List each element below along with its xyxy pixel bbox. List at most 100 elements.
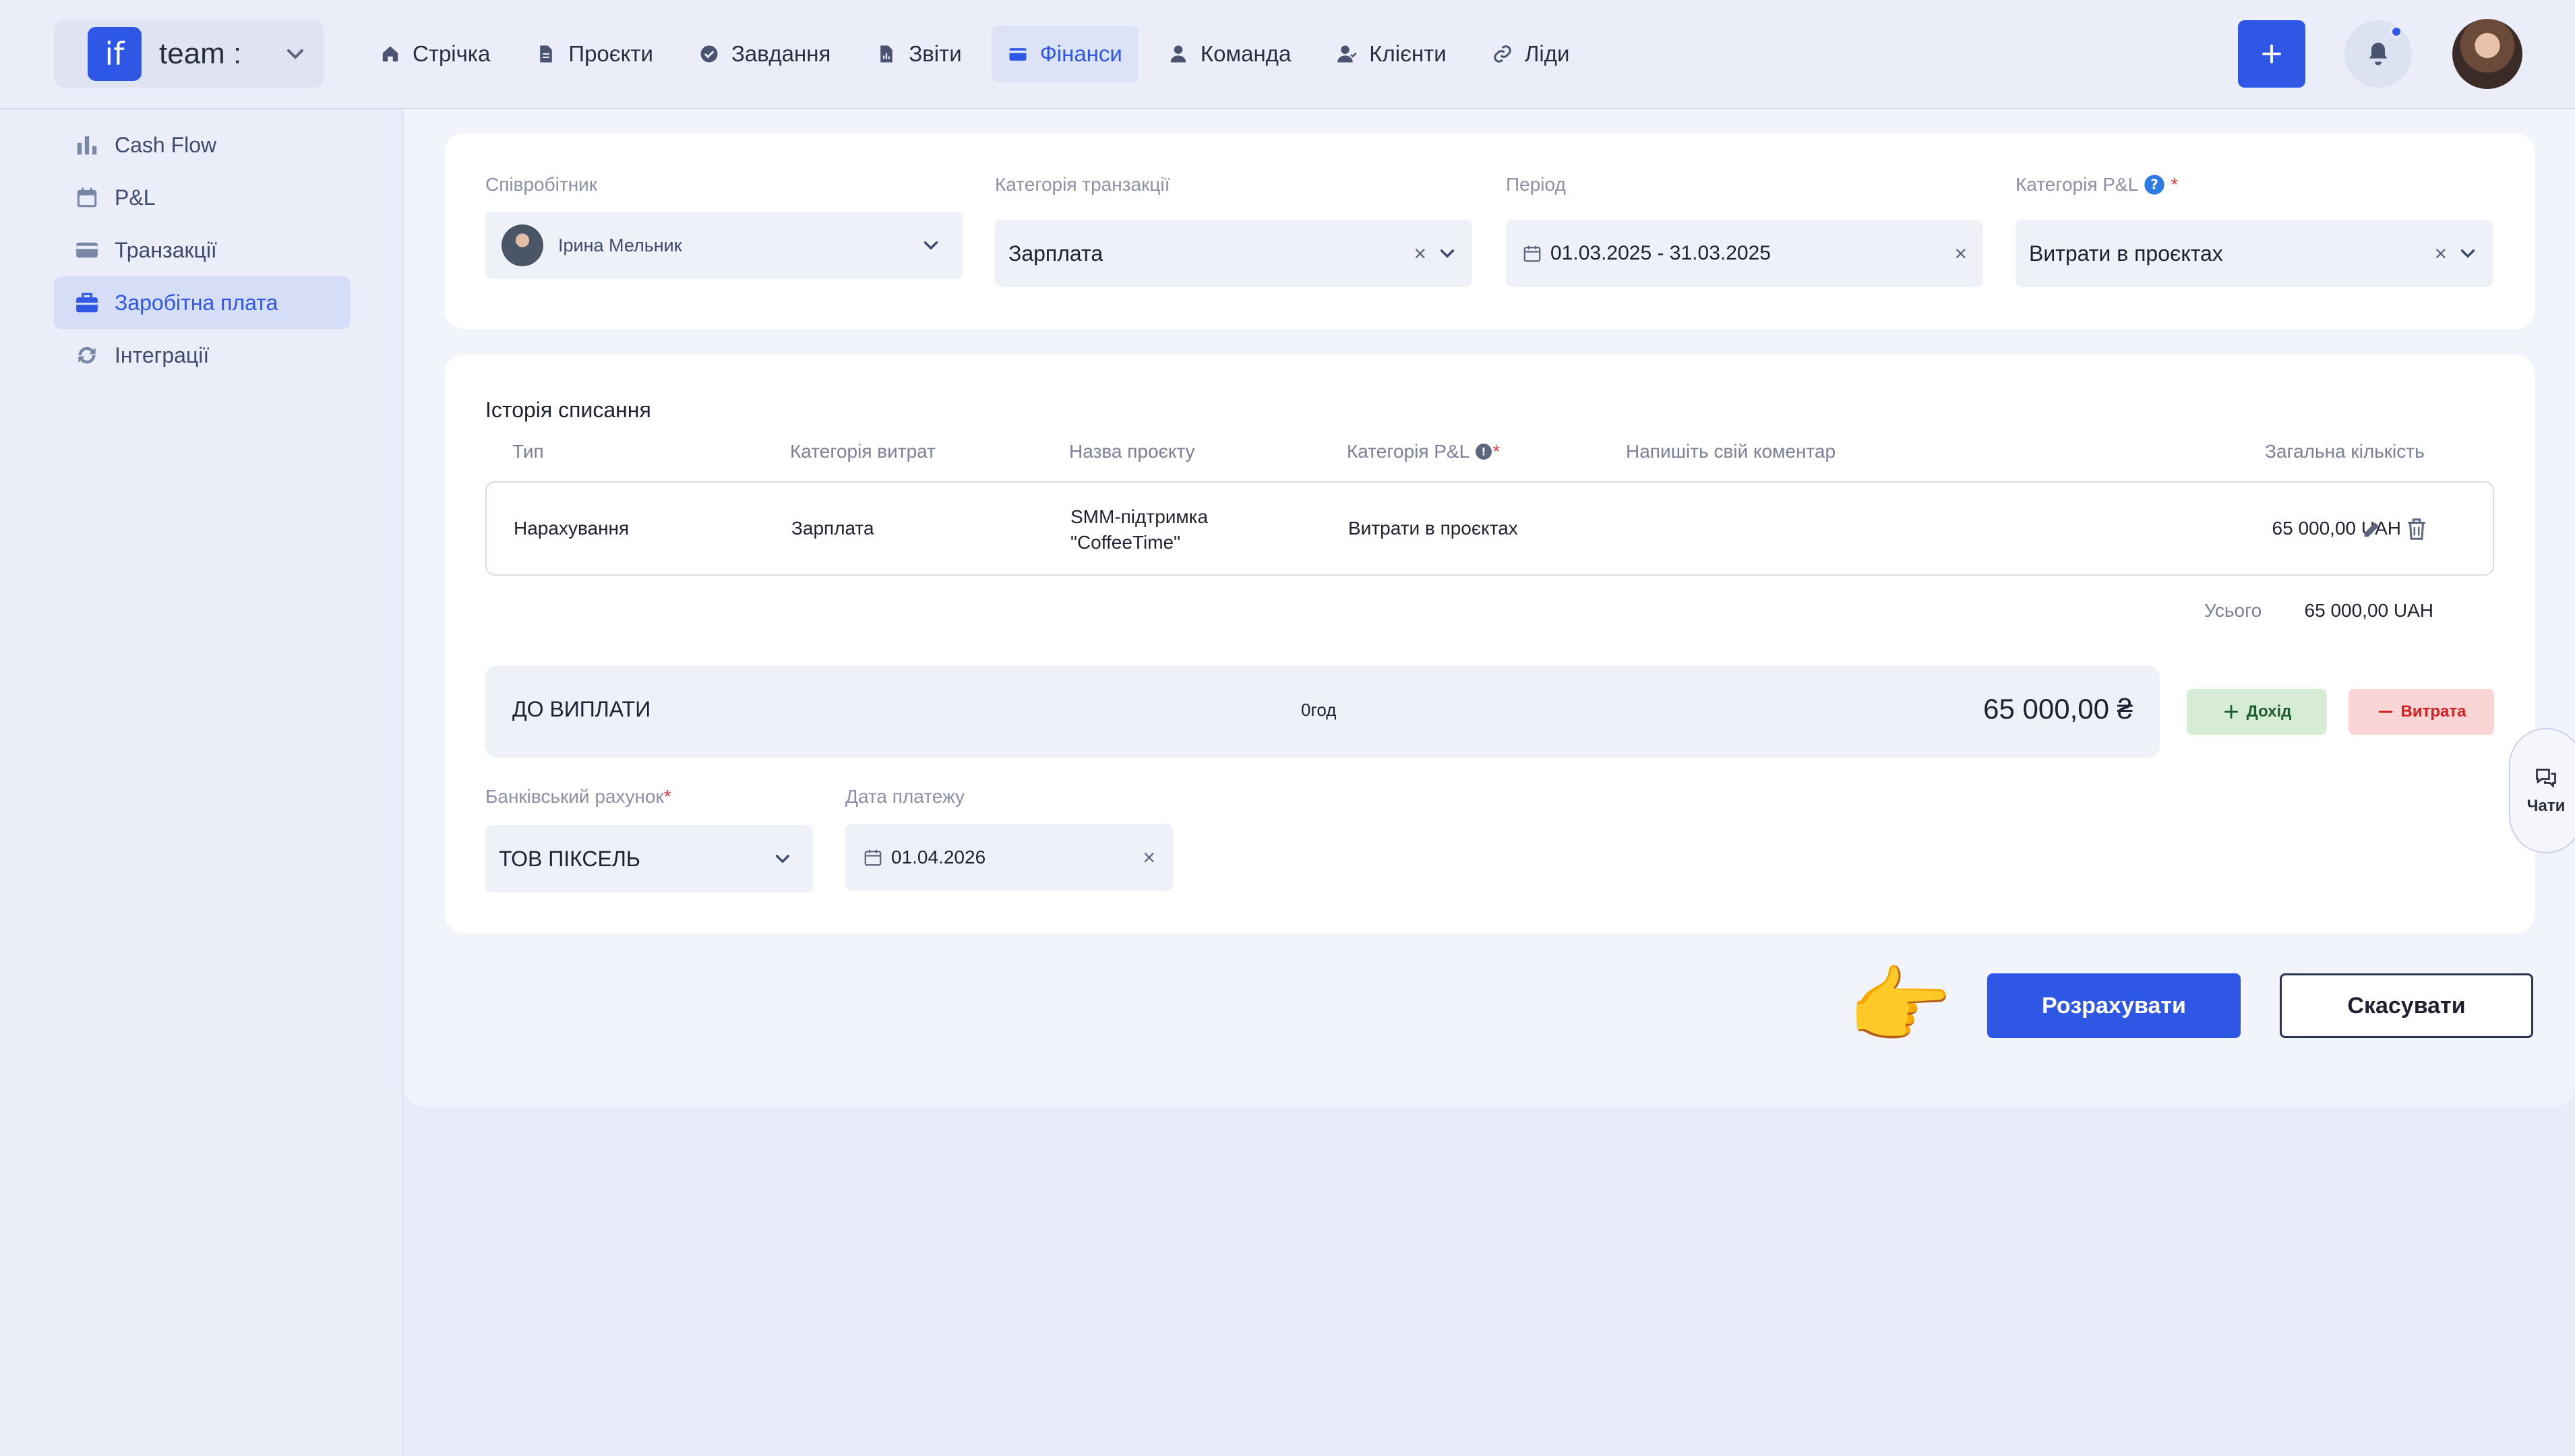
nav-item-label: Завдання [731,41,831,66]
bank-account-label: Банківський рахунок* [485,786,671,808]
pl-category-select[interactable]: Витрати в проєктах × [2016,220,2493,287]
pl-category-value: Витрати в проєктах [2029,241,2223,266]
sidebar-item-cash-flow[interactable]: Cash Flow [54,119,351,171]
sidebar-item-transactions[interactable]: Транзакції [54,224,351,276]
user-avatar[interactable] [2452,19,2522,89]
nav-item-label: Проєкти [568,41,653,66]
minus-icon [2378,710,2392,713]
cell-type: Нарахування [514,518,630,539]
bank-account-value: ТОВ ПІКСЕЛЬ [499,846,640,871]
payment-date-value: 01.04.2026 [891,847,986,868]
sync-icon [78,346,96,364]
sidebar-item-label: Cash Flow [115,132,217,157]
home-icon [382,46,398,62]
nav-item-label: Клієнти [1369,41,1447,66]
chats-button[interactable]: Чати [2509,728,2575,853]
svg-text:?: ? [2150,177,2158,193]
clear-icon[interactable]: × [1143,845,1155,870]
sidebar-item-label: Інтеграції [115,342,210,367]
payout-amount: 65 000,00 ₴ [1983,693,2133,725]
add-button[interactable] [2238,20,2305,88]
nav-item-tasks[interactable]: Завдання [683,26,847,82]
nav-item-team[interactable]: Команда [1152,26,1307,82]
sidebar-item-integrations[interactable]: Інтеграції [54,329,351,382]
sidebar-item-label: P&L [115,185,156,210]
employee-label: Співробітник [485,174,598,195]
nav-item-finance[interactable]: Фінанси [991,26,1139,82]
chevron-down-icon [287,49,303,59]
cell-pl-category: Витрати в проєктах [1348,518,1518,539]
employee-select[interactable]: Ірина Мельник [485,212,963,279]
document-icon [540,45,553,63]
nav-item-label: Ліди [1524,41,1570,66]
payment-date-picker[interactable]: 01.04.2026 × [845,824,1173,891]
sidebar-item-label: Транзакції [115,237,217,262]
main-nav: Стрічка Проєкти Завдання Звіти Фінанси К… [364,26,1585,82]
help-icon[interactable]: ? [2144,174,2165,195]
pl-category-label: Категорія P&L ? * [2016,174,2178,195]
add-income-button[interactable]: Дохід [2187,689,2327,735]
edit-icon[interactable] [2361,518,2384,541]
info-icon[interactable]: ! [1475,443,1492,460]
clear-icon[interactable]: × [1954,241,1967,266]
employee-avatar [502,224,543,266]
period-value: 01.03.2025 - 31.03.2025 [1550,242,1771,264]
plus-icon [2262,44,2281,63]
cell-project: SMM-підтримка "CoffeeTime" [1070,504,1208,555]
nav-item-feed[interactable]: Стрічка [364,26,506,82]
nav-item-clients[interactable]: Клієнти [1321,26,1462,82]
report-icon [880,45,893,63]
add-expense-label: Витрата [2400,702,2466,721]
add-expense-button[interactable]: Витрата [2349,689,2494,735]
clients-icon [1337,45,1357,63]
cancel-button[interactable]: Скасувати [2280,973,2533,1038]
column-header-pl-category-text: Категорія P&L [1347,441,1470,462]
nav-item-reports[interactable]: Звіти [860,26,977,82]
column-header-pl-category: Категорія P&L ! * [1347,441,1500,462]
person-icon [1170,45,1186,63]
sidebar-item-payroll[interactable]: Заробітна плата [54,276,351,329]
total-value: 65 000,00 UAH [2304,600,2433,621]
history-title: Історія списання [485,398,651,422]
calendar-icon [77,187,97,208]
cell-expense-category: Зарплата [791,518,874,539]
nav-item-label: Фінанси [1039,41,1122,66]
bank-account-select[interactable]: ТОВ ПІКСЕЛЬ [485,825,813,892]
calendar-icon [864,849,882,866]
transaction-category-select[interactable]: Зарплата × [995,220,1472,287]
required-mark: * [2171,174,2179,195]
nav-item-leads[interactable]: Ліди [1476,26,1586,82]
calculate-button[interactable]: Розрахувати [1987,973,2241,1038]
briefcase-icon [76,293,98,313]
add-income-label: Дохід [2246,702,2292,721]
sidebar-item-label: Заробітна плата [115,290,278,315]
trash-icon[interactable] [2404,516,2429,542]
nav-item-projects[interactable]: Проєкти [520,26,669,82]
workspace-switcher[interactable]: if team : [54,20,324,88]
column-header-total: Загальна кількість [2265,441,2425,462]
sidebar: Cash Flow P&L Транзакції Заробітна плата… [0,109,403,1456]
clear-icon[interactable]: × [2434,241,2447,266]
workspace-name: team : [159,37,242,70]
check-circle-icon [700,45,718,63]
calendar-icon [1523,245,1541,262]
link-icon [1493,45,1511,63]
top-bar: if team : Стрічка Проєкти Завдання Звіти… [0,0,2575,109]
notification-dot [2390,26,2402,38]
clear-icon[interactable]: × [1414,241,1426,266]
transaction-category-value: Зарплата [1008,241,1103,266]
payment-date-label: Дата платежу [845,786,965,807]
column-header-comment: Напишіть свій коментар [1626,441,1836,462]
required-mark: * [1492,441,1501,462]
pointing-hand-icon: 👉 [1847,959,1953,1054]
bell-icon [2369,42,2388,65]
workspace-logo: if [88,27,142,81]
period-picker[interactable]: 01.03.2025 - 31.03.2025 × [1506,220,1983,287]
payout-hours: 0год [1301,700,1337,720]
column-header-expense-category: Категорія витрат [790,441,936,462]
sidebar-item-pl[interactable]: P&L [54,171,351,224]
notifications-button[interactable] [2344,20,2412,88]
employee-value: Ірина Мельник [558,235,682,255]
transaction-category-label: Категорія транзакції [995,174,1170,195]
cell-project-line1: SMM-підтримка [1070,506,1209,527]
